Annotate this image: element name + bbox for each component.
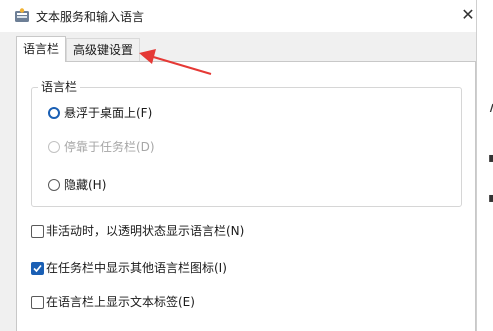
checkbox-checked[interactable] bbox=[31, 262, 44, 275]
window-title: 文本服务和输入语言 bbox=[36, 10, 145, 24]
tab-advanced-key-settings[interactable]: 高级键设置 bbox=[66, 38, 141, 61]
radio-label: 停靠于任务栏(D) bbox=[64, 140, 155, 154]
text-services-dialog: 文本服务和输入语言 ✕ 语言栏 高级键设置 语言栏 悬浮于桌面上(F) 停靠于任… bbox=[0, 0, 477, 331]
text-services-icon bbox=[14, 8, 30, 24]
group-legend: 语言栏 bbox=[38, 78, 81, 95]
radio-button-checked[interactable] bbox=[48, 107, 60, 119]
red-arrow-annotation-icon bbox=[139, 49, 212, 75]
checkbox-label: 非活动时，以透明状态显示语言栏(N) bbox=[46, 224, 245, 238]
checkbox-label: 在语言栏上显示文本标签(E) bbox=[46, 295, 195, 309]
checkbox[interactable] bbox=[31, 225, 44, 238]
radio-button-disabled bbox=[48, 141, 60, 153]
close-icon[interactable]: ✕ bbox=[460, 4, 476, 26]
checkbox-label: 在任务栏中显示其他语言栏图标(I) bbox=[46, 261, 227, 275]
checkbox[interactable] bbox=[31, 296, 44, 309]
background-glyph: ∧ bbox=[488, 100, 493, 116]
title-bar: 文本服务和输入语言 ✕ bbox=[0, 0, 476, 32]
background-glyph: ▪ bbox=[488, 150, 493, 166]
radio-button[interactable] bbox=[48, 179, 60, 191]
radio-label: 悬浮于桌面上(F) bbox=[64, 106, 153, 120]
radio-label: 隐藏(H) bbox=[64, 178, 107, 192]
checkmark-icon bbox=[33, 264, 42, 273]
background-glyph: ▪ bbox=[488, 190, 493, 206]
tab-language-bar[interactable]: 语言栏 bbox=[16, 36, 67, 62]
